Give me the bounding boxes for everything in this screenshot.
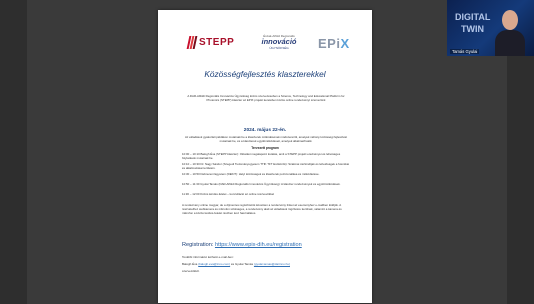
contact-end: szervezőktől. (182, 269, 200, 273)
program-item: 10:10 – 10:30 Dr. Nagy Sándor (Szegedi T… (182, 162, 349, 171)
epix-logo: EPiX (318, 36, 350, 51)
stepp-logo-text: STEPP (199, 37, 235, 48)
document-title: Közösségfejlesztés klaszterekkel (204, 69, 326, 79)
registration-link[interactable]: https://www.epix-dih.eu/registration (215, 242, 302, 248)
program-item: 10:30 – 10:50 Debreceni Egyetem (DEKIT):… (182, 172, 320, 176)
logo-row: STEPP Észak-Alföld Regionális innováció … (158, 32, 372, 60)
participant-name: Tamás Gyulai (450, 49, 480, 54)
innovacio-logo-main: innováció (261, 37, 297, 46)
stepp-logo: STEPP (186, 36, 235, 49)
registration-label: Registration: (182, 242, 214, 248)
contact-name-1: Balogh Éva (182, 262, 198, 266)
video-background-text-1: DIGITAL (455, 12, 491, 22)
program-item: 11:30 – 12:00 Közös kérdés-felelet – kon… (182, 192, 275, 196)
participant-avatar (495, 10, 525, 56)
innovacio-logo-bottom: ÜGYNÖKSÉG (269, 46, 289, 50)
registration-line: Registration: https://www.epix-dih.eu/re… (182, 242, 302, 248)
intro-paragraph: A DAR-Alföldi Regionális Innovációs Ügyn… (187, 94, 345, 103)
epix-logo-x: X (340, 36, 350, 51)
innovacio-logo: Észak-Alföld Regionális innováció ÜGYNÖK… (254, 34, 304, 50)
video-background-text-2: TWIN (461, 24, 484, 34)
contact-and: és Gyulai Tamás (230, 262, 254, 266)
shared-document: STEPP Észak-Alföld Regionális innováció … (158, 10, 372, 303)
contact-label: További információ kérhető e-mail-ben: (182, 255, 234, 259)
note-paragraph: A rendezvény online magyar, de a díjment… (182, 203, 342, 216)
event-description: Az előadások gyakorlati példákon mutatna… (184, 135, 348, 144)
contact-line: Balogh Éva (balogh.eva@inno.com) és Gyul… (182, 262, 290, 266)
event-date: 2024. május 22-én. (243, 128, 287, 133)
program-heading: Tervezett program (251, 146, 279, 150)
stepp-logo-icon (186, 36, 198, 49)
epix-logo-main: EPi (318, 36, 341, 51)
program-item: 10:00 – 10:10 Balogh Éva (STEPP klaszter… (182, 152, 341, 161)
contact-email-1[interactable]: (balogh.eva@inno.com) (198, 262, 230, 266)
program-item: 10:50 – 11:30 Gyulai Tamás (DAR-Alföldi … (182, 182, 341, 186)
participant-head (502, 10, 518, 30)
participant-video-tile[interactable]: DIGITAL TWIN Tamás Gyulai (447, 0, 534, 56)
participant-body (495, 30, 525, 56)
contact-email-2[interactable]: (gyulai.tamas@darinno.hu) (254, 262, 290, 266)
